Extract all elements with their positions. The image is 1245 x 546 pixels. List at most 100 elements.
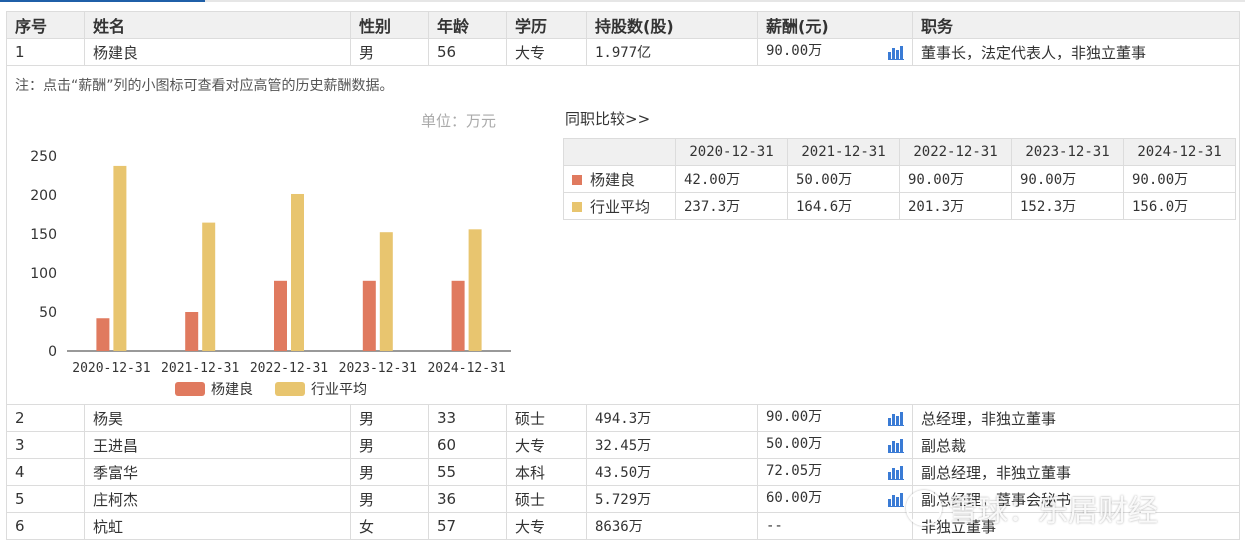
table-row: 1 杨建良 男 56 大专 1.977亿 90.00万 董事长，法定代表人，非独… [6,38,1240,66]
x-tick-label: 2021-12-31 [161,361,239,376]
header-shares[interactable]: 持股数(股) [586,11,758,39]
compare-cell: 42.00万 [675,165,788,193]
cell-name: 王进昌 [84,431,351,459]
cell-gender: 男 [350,404,429,432]
cell-name: 季富华 [84,458,351,486]
header-title[interactable]: 职务 [912,11,1240,39]
active-tab-indicator [0,0,205,2]
table-header-row: 序号 姓名 性别 年龄 学历 持股数(股) 薪酬(元) 职务 [6,11,1240,39]
y-tick-label: 50 [39,305,57,321]
legend-label: 行业平均 [311,382,367,396]
cell-salary: 90.00万 [757,38,913,66]
compare-cell: 237.3万 [675,192,788,220]
bar-chart-icon[interactable] [888,466,904,484]
chart-bar [185,312,199,351]
x-tick-label: 2022-12-31 [250,361,328,376]
cell-name: 庄柯杰 [84,485,351,513]
top-divider [0,0,1245,2]
table-row: 5 庄柯杰 男 36 硕士 5.729万 60.00万 副总经理，董事会秘书 [6,485,1240,513]
cell-age: 56 [428,38,507,66]
cell-gender: 男 [350,485,429,513]
header-name[interactable]: 姓名 [84,11,351,39]
compare-cell: 201.3万 [899,192,1012,220]
table-row: 2 杨昊 男 33 硕士 494.3万 90.00万 总经理，非独立董事 [6,404,1240,432]
compare-cell: 156.0万 [1123,192,1236,220]
compare-cell: 90.00万 [1123,165,1236,193]
y-tick-label: 100 [30,266,57,282]
chart-bar [468,229,482,351]
cell-education: 大专 [506,512,587,540]
bar-chart-icon[interactable] [888,46,904,64]
chart-bar [362,280,376,351]
compare-link[interactable]: 同职比较>> [565,108,650,129]
compare-header-blank [563,138,676,166]
cell-salary: 60.00万 [757,485,913,513]
compare-label-text: 行业平均 [590,197,651,216]
table-row: 4 季富华 男 55 本科 43.50万 72.05万 副总经理，非独立董事 [6,458,1240,486]
compare-cell: 50.00万 [787,165,900,193]
cell-name: 杨建良 [84,38,351,66]
salary-detail-row: 注：点击“薪酬”列的小图标可查看对应高管的历史薪酬数据。 单位：万元 0 50 10… [6,65,1240,405]
header-age[interactable]: 年龄 [428,11,507,39]
cell-shares: 32.45万 [586,431,758,459]
cell-no: 5 [6,485,85,513]
legend-swatch [275,382,305,396]
bar-chart-icon[interactable] [888,439,904,457]
y-tick-label: 200 [30,188,57,204]
compare-header-year: 2020-12-31 [675,138,788,166]
cell-no: 3 [6,431,85,459]
salary-value: 90.00万 [766,43,823,59]
cell-name: 杭虹 [84,512,351,540]
compare-header-year: 2023-12-31 [1011,138,1124,166]
x-tick-label: 2020-12-31 [72,361,150,376]
bar-chart-icon[interactable] [888,412,904,430]
header-salary[interactable]: 薪酬(元) [757,11,913,39]
salary-value: 50.00万 [766,436,823,452]
cell-shares: 494.3万 [586,404,758,432]
cell-age: 33 [428,404,507,432]
cell-title: 副总裁 [912,431,1240,459]
cell-age: 55 [428,458,507,486]
bar-chart-icon[interactable] [888,493,904,511]
salary-value: 90.00万 [766,409,823,425]
cell-title: 总经理，非独立董事 [912,404,1240,432]
compare-cell: 90.00万 [899,165,1012,193]
cell-no: 2 [6,404,85,432]
cell-education: 硕士 [506,404,587,432]
cell-title: 非独立董事 [912,512,1240,540]
header-education[interactable]: 学历 [506,11,587,39]
cell-shares: 43.50万 [586,458,758,486]
compare-header-row: 2020-12-31 2021-12-31 2022-12-31 2023-12… [563,138,1236,166]
cell-title: 董事长，法定代表人，非独立董事 [912,38,1240,66]
salary-detail-panel: 注：点击“薪酬”列的小图标可查看对应高管的历史薪酬数据。 单位：万元 0 50 10… [6,65,1240,405]
compare-label-person: 杨建良 [563,165,676,193]
table-row: 3 王进昌 男 60 大专 32.45万 50.00万 副总裁 [6,431,1240,459]
cell-education: 大专 [506,431,587,459]
compare-row-person: 杨建良 42.00万 50.00万 90.00万 90.00万 90.00万 [563,165,1236,193]
chart-bar [291,193,304,351]
compare-row-industry: 行业平均 237.3万 164.6万 201.3万 152.3万 156.0万 [563,192,1236,220]
header-no[interactable]: 序号 [6,11,85,39]
cell-no: 6 [6,512,85,540]
cell-no: 1 [6,38,85,66]
cell-gender: 男 [350,458,429,486]
table-row: 6 杭虹 女 57 大专 8636万 -- 非独立董事 [6,512,1240,540]
watermark-logo-icon [906,490,942,526]
legend-swatch [175,382,205,396]
header-gender[interactable]: 性别 [350,11,429,39]
compare-label-text: 杨建良 [590,170,636,189]
compare-header-year: 2024-12-31 [1123,138,1236,166]
cell-age: 57 [428,512,507,540]
cell-shares: 5.729万 [586,485,758,513]
legend-swatch-industry [572,202,582,212]
x-tick-label: 2023-12-31 [339,361,417,376]
y-tick-label: 150 [30,227,57,243]
cell-age: 60 [428,431,507,459]
y-tick-label: 250 [30,149,57,165]
compare-cell: 164.6万 [787,192,900,220]
cell-age: 36 [428,485,507,513]
cell-no: 4 [6,458,85,486]
cell-name: 杨昊 [84,404,351,432]
cell-gender: 男 [350,38,429,66]
salary-bar-chart: 0 50 100 150 200 250 2020-12-31 2021-12-31 2022-… [30,149,511,396]
